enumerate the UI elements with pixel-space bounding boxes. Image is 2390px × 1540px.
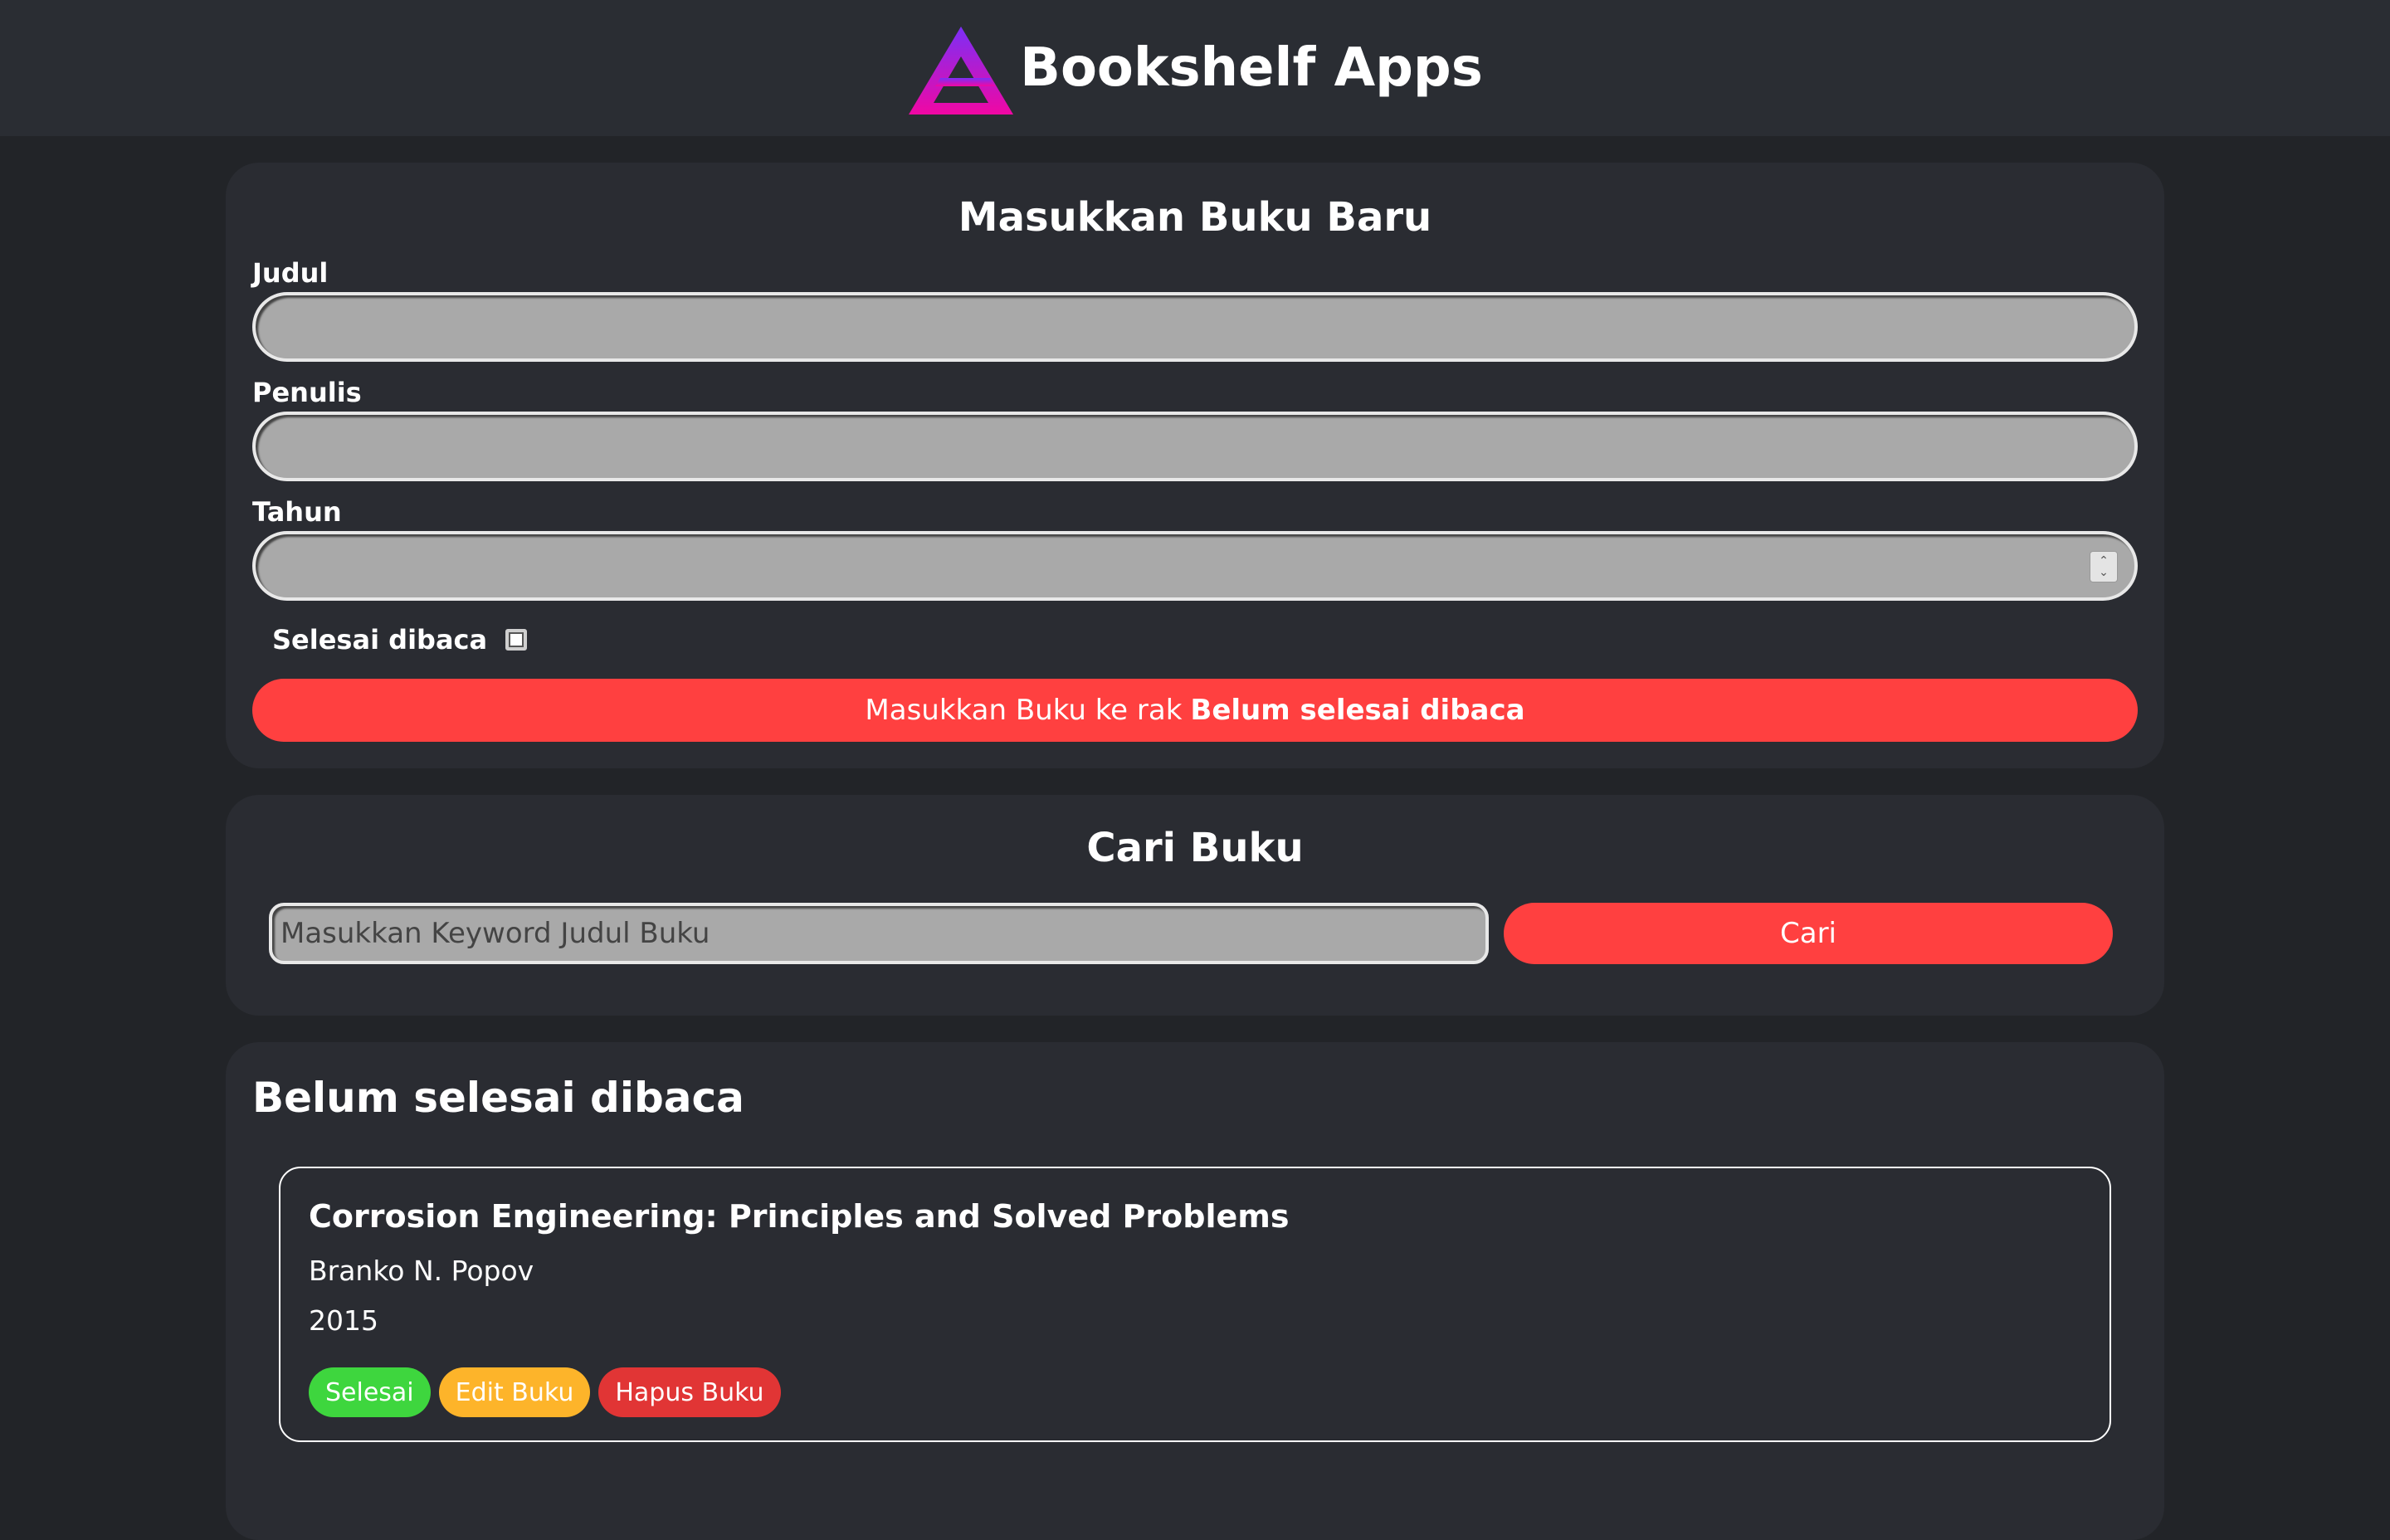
search-title: Cari Buku (1086, 825, 1304, 871)
book-item: Corrosion Engineering: Principles and So… (279, 1167, 2111, 1442)
app-title: Bookshelf Apps (1020, 37, 1483, 99)
app-header: Bookshelf Apps (0, 0, 2390, 136)
incomplete-shelf-section: Belum selesai dibaca Corrosion Engineeri… (226, 1042, 2164, 1540)
shelf-title: Belum selesai dibaca (252, 1074, 744, 1122)
delete-book-button[interactable]: Hapus Buku (598, 1367, 781, 1417)
author-input[interactable] (252, 412, 2138, 481)
complete-label: Selesai dibaca (272, 624, 488, 655)
number-spinner-icon[interactable]: ⌃ ⌄ (2090, 551, 2118, 582)
book-year: 2015 (309, 1304, 378, 1337)
search-book-section: Cari Buku Cari (226, 795, 2164, 1016)
complete-checkbox-row: Selesai dibaca (272, 624, 528, 655)
submit-button-prefix: Masukkan Buku ke rak (865, 694, 1183, 727)
input-book-section: Masukkan Buku Baru Judul Penulis Tahun ⌃… (226, 163, 2164, 768)
year-label: Tahun (252, 496, 342, 528)
submit-book-button[interactable]: Masukkan Buku ke rak Belum selesai dibac… (252, 679, 2138, 742)
triangle-logo-icon (909, 27, 1014, 115)
chevron-down-icon: ⌄ (2099, 566, 2109, 579)
chevron-up-icon: ⌃ (2099, 554, 2109, 568)
search-input[interactable] (269, 903, 1489, 964)
mark-complete-button[interactable]: Selesai (309, 1367, 431, 1417)
complete-checkbox[interactable] (505, 629, 528, 651)
form-title: Masukkan Buku Baru (958, 194, 1432, 241)
edit-book-button[interactable]: Edit Buku (438, 1367, 591, 1417)
year-input[interactable]: ⌃ ⌄ (252, 531, 2138, 601)
submit-button-shelf: Belum selesai dibaca (1190, 694, 1525, 727)
title-label: Judul (252, 257, 329, 289)
title-input[interactable] (252, 292, 2138, 362)
book-title: Corrosion Engineering: Principles and So… (309, 1198, 1290, 1235)
search-button[interactable]: Cari (1504, 903, 2113, 964)
book-actions: Selesai Edit Buku Hapus Buku (309, 1367, 781, 1417)
book-author: Branko N. Popov (309, 1255, 534, 1287)
author-label: Penulis (252, 377, 362, 408)
